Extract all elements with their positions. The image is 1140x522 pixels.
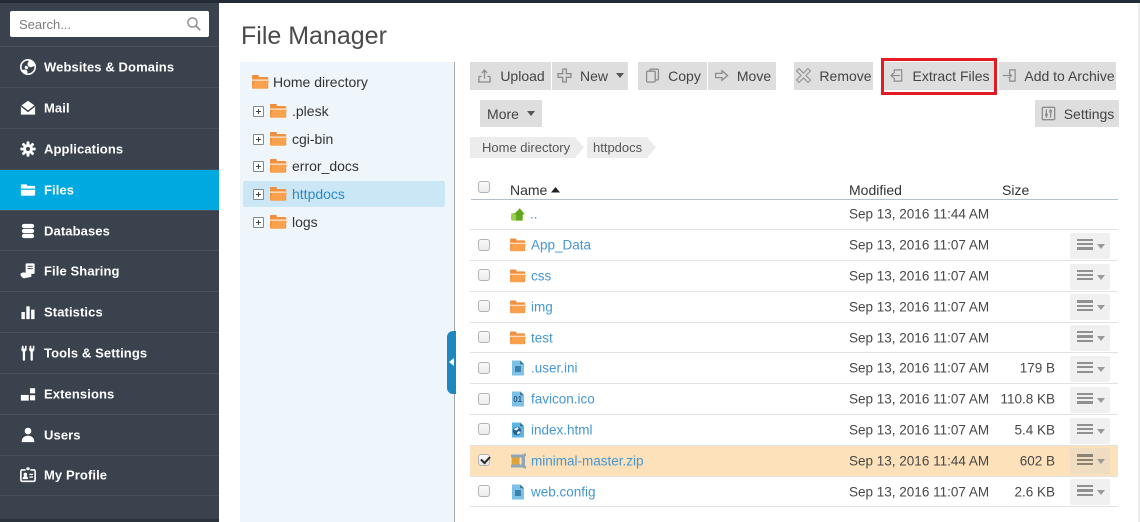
svg-text:01: 01 (513, 395, 522, 404)
